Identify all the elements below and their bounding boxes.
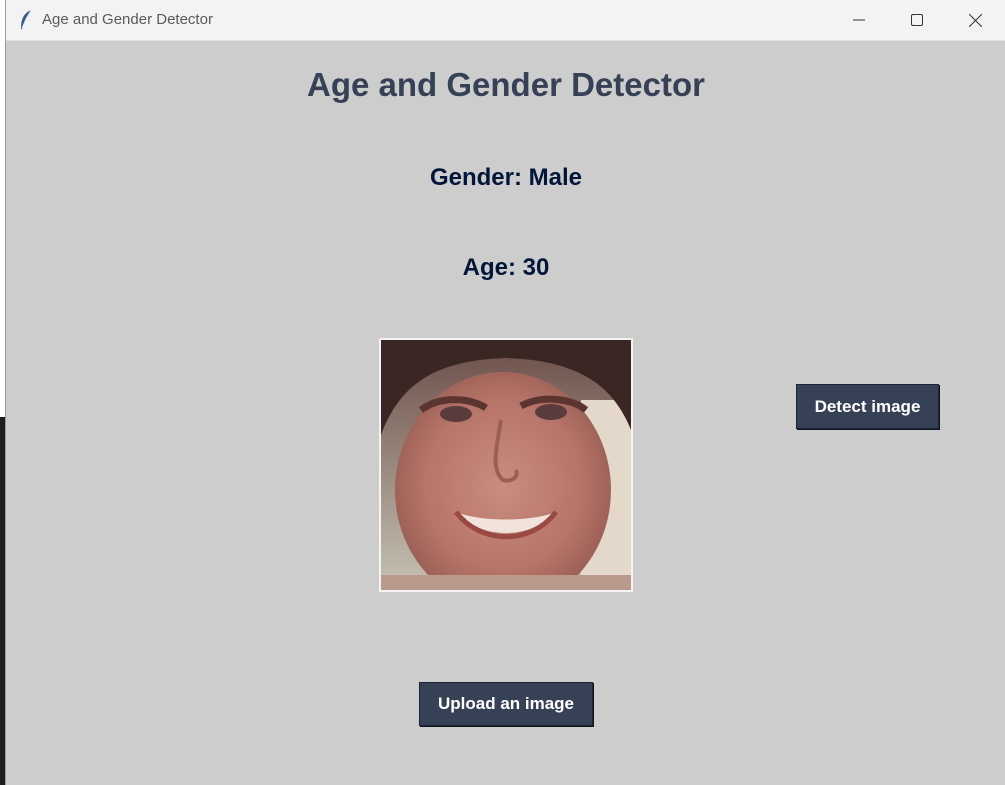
uploaded-face-image (379, 338, 633, 592)
close-icon (968, 13, 982, 27)
app-window: Age and Gender Detector Age and Gender D… (5, 0, 1005, 785)
maximize-icon (911, 14, 923, 26)
face-photo (381, 340, 631, 590)
age-result: Age: 30 (462, 254, 550, 281)
detect-image-button[interactable]: Detect image (796, 384, 939, 429)
maximize-button[interactable] (888, 0, 946, 40)
minimize-button[interactable] (830, 0, 888, 40)
title-bar[interactable]: Age and Gender Detector (6, 0, 1005, 41)
minimize-icon (853, 19, 865, 21)
close-button[interactable] (946, 0, 1004, 40)
page-title: Age and Gender Detector (307, 66, 705, 103)
upload-image-button[interactable]: Upload an image (419, 682, 593, 726)
feather-icon (21, 9, 32, 30)
window-title: Age and Gender Detector (42, 11, 213, 28)
gender-result: Gender: Male (429, 164, 583, 191)
